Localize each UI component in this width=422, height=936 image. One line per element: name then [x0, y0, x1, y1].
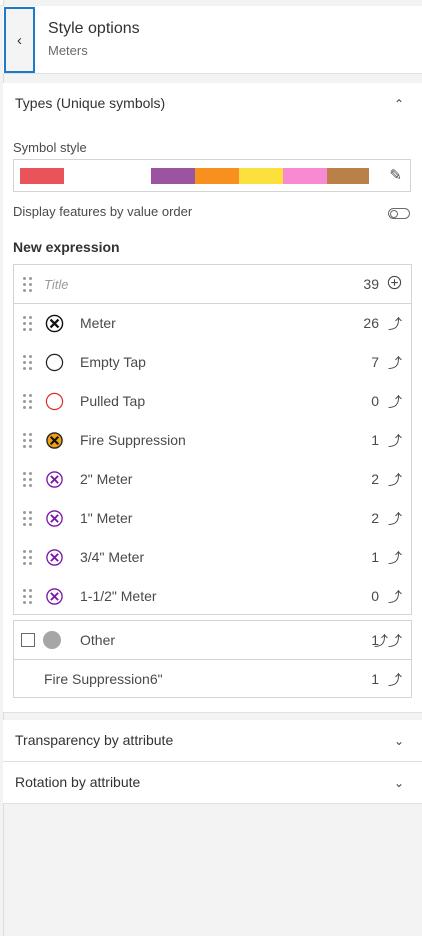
add-circle-icon[interactable]: [387, 275, 402, 293]
page-subtitle: Meters: [48, 43, 88, 58]
chevron-up-icon[interactable]: ⌃: [394, 97, 404, 111]
drag-handle-icon[interactable]: [23, 589, 32, 604]
x-circle-purple-icon[interactable]: [45, 548, 64, 567]
move-up-icon[interactable]: ⤴: [388, 470, 402, 490]
move-up-icon[interactable]: ⤴: [388, 431, 402, 451]
extra-row-label[interactable]: Fire Suppression6": [44, 671, 163, 687]
list-item-count: 26: [363, 315, 379, 331]
types-section-title[interactable]: Types (Unique symbols): [15, 95, 165, 111]
chevron-down-icon[interactable]: ⌄: [394, 734, 404, 748]
other-checkbox[interactable]: [21, 633, 35, 647]
unique-values-list: Title 39 Meter 26 ⤴ Empty Tap 7 ⤴ Pulled…: [13, 264, 412, 615]
pencil-icon[interactable]: ✎: [389, 166, 402, 184]
list-item-count: 0: [371, 588, 379, 604]
title-count: 39: [363, 276, 379, 292]
drag-handle-icon[interactable]: [23, 433, 32, 448]
x-circle-purple-icon[interactable]: [45, 587, 64, 606]
list-item[interactable]: Pulled Tap 0 ⤴: [14, 382, 411, 421]
list-item-label[interactable]: 3/4" Meter: [80, 549, 144, 565]
drag-handle-icon[interactable]: [23, 355, 32, 370]
drag-handle-icon[interactable]: [23, 550, 32, 565]
extra-row[interactable]: Fire Suppression6" 1 ⤴: [14, 660, 411, 699]
list-item[interactable]: Empty Tap 7 ⤴: [14, 343, 411, 382]
rotation-section[interactable]: Rotation by attribute ⌄: [3, 762, 422, 804]
chevron-down-icon[interactable]: ⌄: [394, 776, 404, 790]
list-item-label[interactable]: Fire Suppression: [80, 432, 186, 448]
title-row[interactable]: Title 39: [14, 265, 411, 304]
other-label[interactable]: Other: [80, 632, 115, 648]
list-item-count: 0: [371, 393, 379, 409]
move-up-icon[interactable]: ⤴: [388, 392, 402, 412]
ramp-swatch-pink: [283, 168, 327, 184]
list-item-label[interactable]: 1" Meter: [80, 510, 132, 526]
list-item-label[interactable]: Empty Tap: [80, 354, 146, 370]
list-item-label[interactable]: Meter: [80, 315, 116, 331]
list-item-count: 7: [371, 354, 379, 370]
display-order-label: Display features by value order: [13, 204, 193, 219]
ramp-swatch-red: [20, 168, 64, 184]
drag-handle-icon[interactable]: [23, 472, 32, 487]
move-up-icon[interactable]: ⤴: [388, 509, 402, 529]
ramp-swatch-purple: [151, 168, 195, 184]
rotation-section-title[interactable]: Rotation by attribute: [15, 774, 140, 790]
move-up-icon[interactable]: ⤴: [388, 587, 402, 607]
list-item-label[interactable]: 2" Meter: [80, 471, 132, 487]
list-item[interactable]: 2" Meter 2 ⤴: [14, 460, 411, 499]
move-up-icon[interactable]: ⤴: [388, 670, 402, 690]
list-item-count: 1: [371, 549, 379, 565]
symbol-style-ramp[interactable]: ✎: [13, 159, 411, 192]
other-row[interactable]: Other 1 ⤴⤴: [14, 621, 411, 660]
expression-title: New expression: [13, 239, 120, 255]
drag-handle-icon[interactable]: [23, 316, 32, 331]
list-item[interactable]: 3/4" Meter 1 ⤴: [14, 538, 411, 577]
other-symbol-icon[interactable]: [43, 631, 61, 649]
chevron-left-icon: ‹: [17, 31, 22, 49]
extra-row-count: 1: [371, 671, 379, 687]
circle-outline-icon[interactable]: [45, 353, 64, 372]
list-item-count: 2: [371, 510, 379, 526]
list-item-label[interactable]: Pulled Tap: [80, 393, 145, 409]
move-up-double-icon[interactable]: ⤴⤴: [374, 631, 402, 651]
move-up-icon[interactable]: ⤴: [388, 314, 402, 334]
x-circle-orange-icon[interactable]: [45, 431, 64, 450]
back-button[interactable]: ‹: [4, 7, 35, 73]
drag-handle-icon[interactable]: [23, 511, 32, 526]
ramp-swatch-orange: [195, 168, 239, 184]
move-up-icon[interactable]: ⤴: [388, 548, 402, 568]
ramp-swatch-brown: [327, 168, 369, 184]
move-up-icon[interactable]: ⤴: [388, 353, 402, 373]
transparency-section[interactable]: Transparency by attribute ⌄: [3, 720, 422, 762]
list-item[interactable]: Fire Suppression 1 ⤴: [14, 421, 411, 460]
list-item-count: 2: [371, 471, 379, 487]
types-section: Types (Unique symbols) ⌃ Symbol style ✎ …: [3, 83, 422, 713]
other-values-list: Other 1 ⤴⤴ Fire Suppression6" 1 ⤴: [13, 620, 412, 698]
x-circle-purple-icon[interactable]: [45, 470, 64, 489]
transparency-section-title[interactable]: Transparency by attribute: [15, 732, 173, 748]
list-item[interactable]: 1" Meter 2 ⤴: [14, 499, 411, 538]
list-item-count: 1: [371, 432, 379, 448]
drag-handle-icon[interactable]: [23, 277, 32, 292]
list-item[interactable]: 1-1/2" Meter 0 ⤴: [14, 577, 411, 616]
panel-header: ‹ Style options Meters: [3, 6, 422, 74]
circle-red-outline-icon[interactable]: [45, 392, 64, 411]
title-placeholder[interactable]: Title: [44, 277, 68, 292]
ramp-swatch-yellow: [239, 168, 283, 184]
x-circle-black-icon[interactable]: [45, 314, 64, 333]
symbol-style-label: Symbol style: [13, 140, 87, 155]
list-item-label[interactable]: 1-1/2" Meter: [80, 588, 157, 604]
x-circle-purple-icon[interactable]: [45, 509, 64, 528]
list-item[interactable]: Meter 26 ⤴: [14, 304, 411, 343]
display-order-toggle[interactable]: [388, 208, 410, 219]
drag-handle-icon[interactable]: [23, 394, 32, 409]
page-title: Style options: [48, 20, 140, 37]
